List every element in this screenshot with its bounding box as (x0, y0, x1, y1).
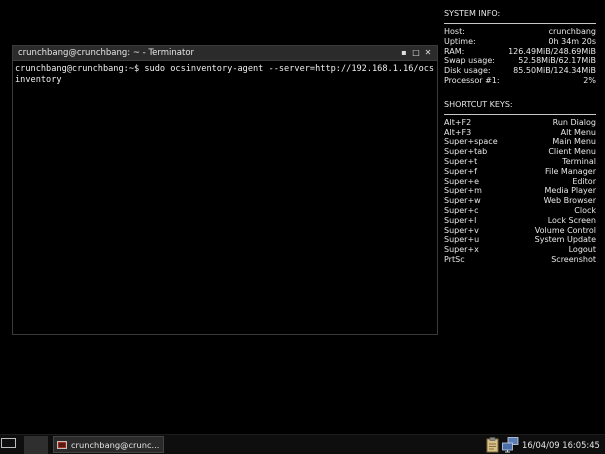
shortcut-key: Super+x (444, 245, 479, 255)
info-value: 2% (583, 75, 596, 85)
shortcut-action: Client Menu (548, 147, 596, 157)
shortcut-action: Logout (568, 245, 596, 255)
desktop-pager-2[interactable] (24, 436, 48, 454)
taskbar: crunchbang@crunc... 16/04/09 16:05:45 (0, 434, 605, 454)
minimize-button[interactable]: ▪ (399, 48, 409, 58)
shortcut-row: Super+f File Manager (444, 167, 596, 177)
shortcut-keys-divider (444, 113, 596, 115)
shortcut-action: Clock (574, 205, 596, 215)
shortcut-key: Alt+F2 (444, 117, 472, 127)
system-info-heading: SYSTEM INFO: (444, 9, 501, 18)
shortcut-row: Super+t Terminal (444, 157, 596, 167)
shortcut-row: Super+u System Update (444, 235, 596, 245)
shortcut-key: Super+l (444, 215, 477, 225)
system-info-row-swap: Swap usage: 52.58MiB/62.17MiB (444, 56, 596, 66)
info-value: 126.49MiB/248.69MiB (508, 46, 596, 56)
shortcut-action: Editor (572, 176, 596, 186)
shortcut-row: Alt+F2 Run Dialog (444, 118, 596, 128)
network-icon[interactable] (502, 437, 519, 453)
close-button[interactable]: ✕ (423, 48, 433, 58)
shortcut-row: Super+x Logout (444, 245, 596, 255)
conky-panel: SYSTEM INFO: Host: crunchbang Uptime: 0h… (444, 8, 596, 265)
info-label: Swap usage: (444, 56, 495, 66)
shortcut-action: Alt Menu (560, 127, 596, 137)
info-label: Processor #1: (444, 75, 500, 85)
shortcut-key: Super+v (444, 225, 479, 235)
shortcut-row: Super+w Web Browser (444, 196, 596, 206)
shortcut-action: Volume Control (534, 225, 596, 235)
clipboard-icon[interactable] (486, 437, 499, 453)
shortcut-row: Super+v Volume Control (444, 226, 596, 236)
shortcut-action: System Update (534, 235, 596, 245)
info-value: 85.50MiB/124.34MiB (513, 66, 596, 76)
info-label: Uptime: (444, 36, 476, 46)
shortcut-action: Screenshot (551, 254, 596, 264)
shortcut-key: PrtSc (444, 254, 465, 264)
shortcut-action: Run Dialog (552, 117, 596, 127)
maximize-button[interactable]: □ (411, 48, 421, 58)
system-info-row-processor: Processor #1: 2% (444, 76, 596, 86)
window-title: crunchbang@crunchbang: ~ - Terminator (18, 48, 195, 58)
system-info-row-disk: Disk usage: 85.50MiB/124.34MiB (444, 66, 596, 76)
info-value: 52.58MiB/62.17MiB (518, 56, 596, 66)
shortcut-action: Web Browser (543, 196, 596, 206)
shortcut-key: Super+space (444, 137, 498, 147)
info-value: 0h 34m 20s (548, 36, 596, 46)
taskbar-item-label: crunchbang@crunc... (71, 439, 160, 450)
system-info-row-ram: RAM: 126.49MiB/248.69MiB (444, 47, 596, 57)
system-info-divider (444, 23, 596, 24)
shortcut-row: Super+e Editor (444, 177, 596, 187)
shortcut-row: PrtSc Screenshot (444, 255, 596, 265)
shortcut-key: Super+w (444, 196, 481, 206)
shortcut-action: Media Player (544, 186, 596, 196)
shortcut-action: Terminal (562, 156, 596, 166)
shell-prompt: crunchbang@crunchbang:~$ (15, 64, 145, 74)
shortcut-row: Super+space Main Menu (444, 137, 596, 147)
shortcut-key: Super+t (444, 156, 478, 166)
shortcut-key: Super+u (444, 235, 480, 245)
shortcut-action: Main Menu (552, 137, 596, 147)
info-label: Disk usage: (444, 66, 491, 76)
shortcut-row: Super+tab Client Menu (444, 147, 596, 157)
shortcut-key: Super+tab (444, 147, 488, 157)
shortcut-keys-heading: SHORTCUT KEYS: (444, 99, 513, 109)
terminal-window[interactable]: crunchbang@crunchbang: ~ - Terminator ▪ … (12, 45, 438, 335)
shortcut-action: Lock Screen (547, 215, 596, 225)
shortcut-key: Alt+F3 (444, 127, 472, 137)
window-titlebar[interactable]: crunchbang@crunchbang: ~ - Terminator ▪ … (13, 46, 437, 61)
shortcut-key: Super+e (444, 176, 480, 186)
shortcut-key: Super+m (444, 186, 482, 196)
shortcut-action: File Manager (545, 166, 596, 176)
shortcut-key: Super+f (444, 166, 477, 176)
info-label: RAM: (444, 46, 465, 56)
taskbar-clock[interactable]: 16/04/09 16:05:45 (522, 438, 600, 452)
shortcut-row: Super+l Lock Screen (444, 216, 596, 226)
shortcut-key: Super+c (444, 205, 479, 215)
info-label: Host: (444, 27, 465, 36)
shortcut-row: Super+c Clock (444, 206, 596, 216)
terminal-icon (57, 440, 67, 449)
shortcut-row: Super+m Media Player (444, 186, 596, 196)
shortcut-row: Alt+F3 Alt Menu (444, 128, 596, 138)
system-info-row-uptime: Uptime: 0h 34m 20s (444, 37, 596, 47)
taskbar-item-terminal[interactable]: crunchbang@crunc... (53, 436, 164, 453)
info-value: crunchbang (548, 27, 596, 36)
system-info-row-host: Host: crunchbang (444, 27, 596, 37)
desktop-pager-1[interactable] (1, 438, 16, 448)
terminal-output[interactable]: crunchbang@crunchbang:~$ sudo ocsinvento… (13, 61, 437, 86)
desktop: SYSTEM INFO: Host: crunchbang Uptime: 0h… (0, 0, 605, 454)
